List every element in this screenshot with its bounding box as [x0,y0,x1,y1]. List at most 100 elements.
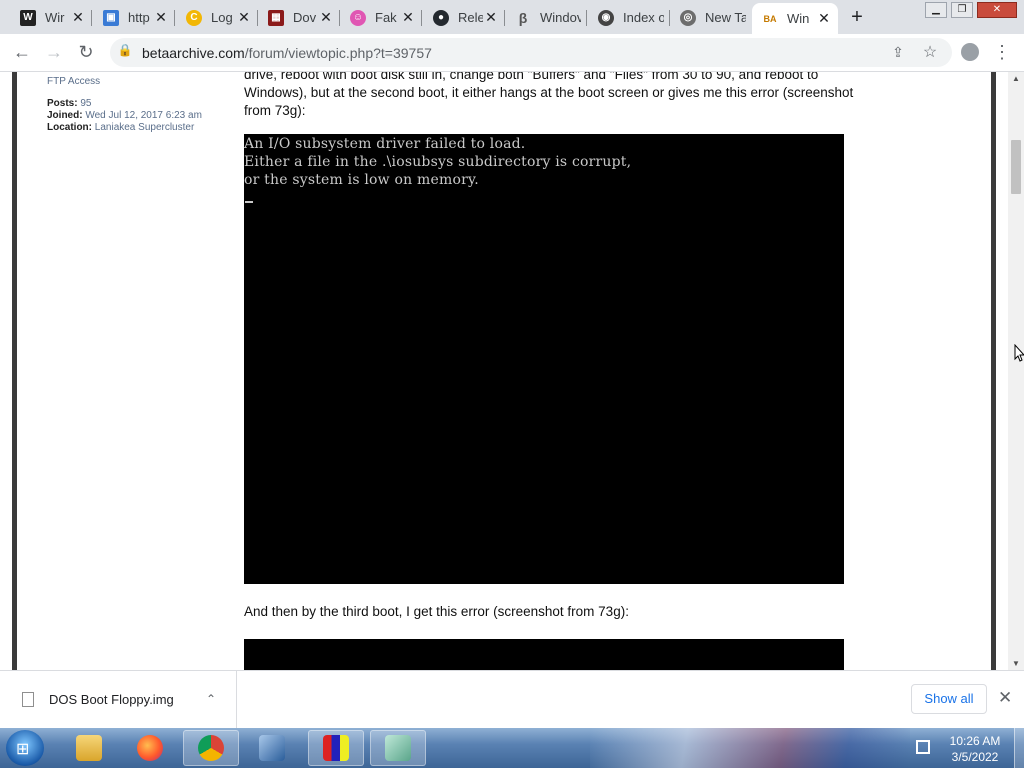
firefox-icon [137,735,163,761]
close-icon[interactable]: ✕ [318,9,334,26]
back-arrow-icon[interactable]: ← [12,42,32,62]
show-all-button[interactable]: Show all [911,684,987,714]
tab-title: Fak [375,10,397,25]
chrome-icon [198,735,224,761]
mouse-cursor-icon [1014,344,1024,362]
close-window-button[interactable]: ✕ [977,2,1017,18]
restore-button[interactable]: ❐ [951,2,973,18]
close-icon[interactable]: ✕ [998,688,1012,708]
download-item[interactable]: DOS Boot Floppy.img ⌃ [0,671,237,729]
post-body: drive, reboot with boot disk still in, c… [244,72,944,120]
post-line: Windows), but at the second boot, it eit… [244,85,854,100]
vertical-scrollbar[interactable]: ▲ ▼ [1008,72,1024,670]
chrome-taskbar-button[interactable] [183,730,239,766]
wallpaper-strip [590,728,910,768]
share-icon[interactable]: ⇪ [888,42,908,62]
beta-icon: β [518,9,528,26]
tab-title: Windov [540,10,581,25]
tab-5[interactable]: ☺ Fak ✕ [340,3,422,32]
folder-icon [76,735,102,761]
forward-arrow-icon[interactable]: → [44,42,64,62]
tab-2[interactable]: ▣ http ✕ [93,3,175,32]
post-line: drive, reboot with boot disk still in, c… [244,72,819,82]
profile-avatar-icon[interactable] [960,42,980,62]
firefox-taskbar-button[interactable] [122,730,178,766]
tab-title: Log [211,10,233,25]
ba-icon: BA [763,13,777,24]
window-app-icon [385,735,411,761]
explorer-taskbar-button[interactable] [61,730,117,766]
scroll-down-arrow-icon[interactable]: ▼ [1012,659,1020,668]
reload-icon[interactable]: ↻ [76,42,96,62]
tab-title: New Tab [705,10,746,25]
clock-date: 3/5/2022 [951,750,999,764]
file-icon [22,692,34,707]
windows-logo-icon: ⊞ [16,741,30,758]
page-viewport: FTP Access Posts: 95 Joined: Wed Jul 12,… [0,72,1008,670]
close-icon[interactable]: ✕ [153,9,169,26]
url-text: betaarchive.com/forum/viewtopic.php?t=39… [142,45,432,61]
download-filename: DOS Boot Floppy.img [49,692,174,707]
paint-icon [323,735,349,761]
download-shelf: DOS Boot Floppy.img ⌃ Show all ✕ [0,670,1024,729]
clock-time: 10:26 AM [949,734,1001,748]
archive-icon: ◉ [598,9,614,26]
left-frame [0,72,26,670]
tab-title: Index of [623,10,664,25]
winrar-icon: ▦ [268,9,284,26]
refresh-icon: C [186,9,202,26]
close-icon[interactable]: ✕ [236,9,252,26]
paint-taskbar-button[interactable] [308,730,364,766]
text-cursor [245,201,253,203]
tab-title: Dov [293,10,317,25]
virtualbox-taskbar-button[interactable] [244,730,300,766]
tab-6[interactable]: ● Rele ✕ [423,3,505,32]
close-icon[interactable]: ✕ [816,10,832,27]
dos-line: or the system is low on memory. [244,172,479,188]
bookmark-star-icon[interactable]: ☆ [920,42,940,62]
tab-3[interactable]: C Log ✕ [176,3,258,32]
menu-dots-icon[interactable]: ⋮ [992,42,1012,62]
github-icon: ● [433,9,449,26]
windows-taskbar: ⊞ 10:26 AM 3/5/2022 [0,728,1024,768]
tab-strip: W Wir ✕ ▣ http ✕ C Log ✕ ▦ Dov ✕ ☺ Fak ✕… [0,0,1024,34]
tab-4[interactable]: ▦ Dov ✕ [258,3,340,32]
close-icon[interactable]: ✕ [483,9,499,26]
show-desktop-button[interactable] [1014,728,1024,768]
joined-line: Joined: Wed Jul 12, 2017 6:23 am [47,110,202,121]
scrollbar-thumb[interactable] [1011,140,1021,194]
second-dos-screenshot [244,639,844,670]
location-line: Location: Laniakea Supercluster [47,122,195,133]
lock-icon: 🔒 [117,43,133,57]
scroll-up-arrow-icon[interactable]: ▲ [1012,74,1020,83]
face-icon: ☺ [350,9,366,26]
tab-7[interactable]: β Windov [505,3,587,32]
tab-10-active[interactable]: BA Win ✕ [752,3,838,34]
system-clock[interactable]: 10:26 AM 3/5/2022 [940,733,1010,765]
tab-1[interactable]: W Wir ✕ [10,3,92,32]
close-icon[interactable]: ✕ [70,9,86,26]
tab-8[interactable]: ◉ Index of [588,3,670,32]
tab-title: http [128,10,150,25]
virtualbox-icon [259,735,285,761]
browser-toolbar: ← → ↻ 🔒 betaarchive.com/forum/viewtopic.… [0,34,1024,72]
dos-error-screenshot: An I/O subsystem driver failed to load. … [244,134,844,584]
network-icon[interactable] [916,740,930,754]
w-icon: W [20,9,36,26]
new-tab-button[interactable]: + [846,7,868,29]
minimize-button[interactable]: ▁ [925,2,947,18]
dos-line: Either a file in the .\iosubsys subdirec… [244,154,632,170]
tab-title: Wir [45,10,65,25]
address-bar[interactable]: 🔒 betaarchive.com/forum/viewtopic.php?t=… [110,38,952,67]
post-caption: And then by the third boot, I get this e… [244,604,629,619]
tab-title: Win [787,11,810,26]
dos-line: An I/O subsystem driver failed to load. [244,136,526,152]
close-icon[interactable]: ✕ [400,9,416,26]
post-line: from 73g): [244,103,306,118]
image-icon: ▣ [103,9,119,26]
start-button[interactable]: ⊞ [6,730,44,766]
app-taskbar-button[interactable] [370,730,426,766]
tab-9[interactable]: ◎ New Tab [670,3,752,32]
tab-title: Rele [458,10,483,25]
chevron-up-icon[interactable]: ⌃ [206,692,216,706]
